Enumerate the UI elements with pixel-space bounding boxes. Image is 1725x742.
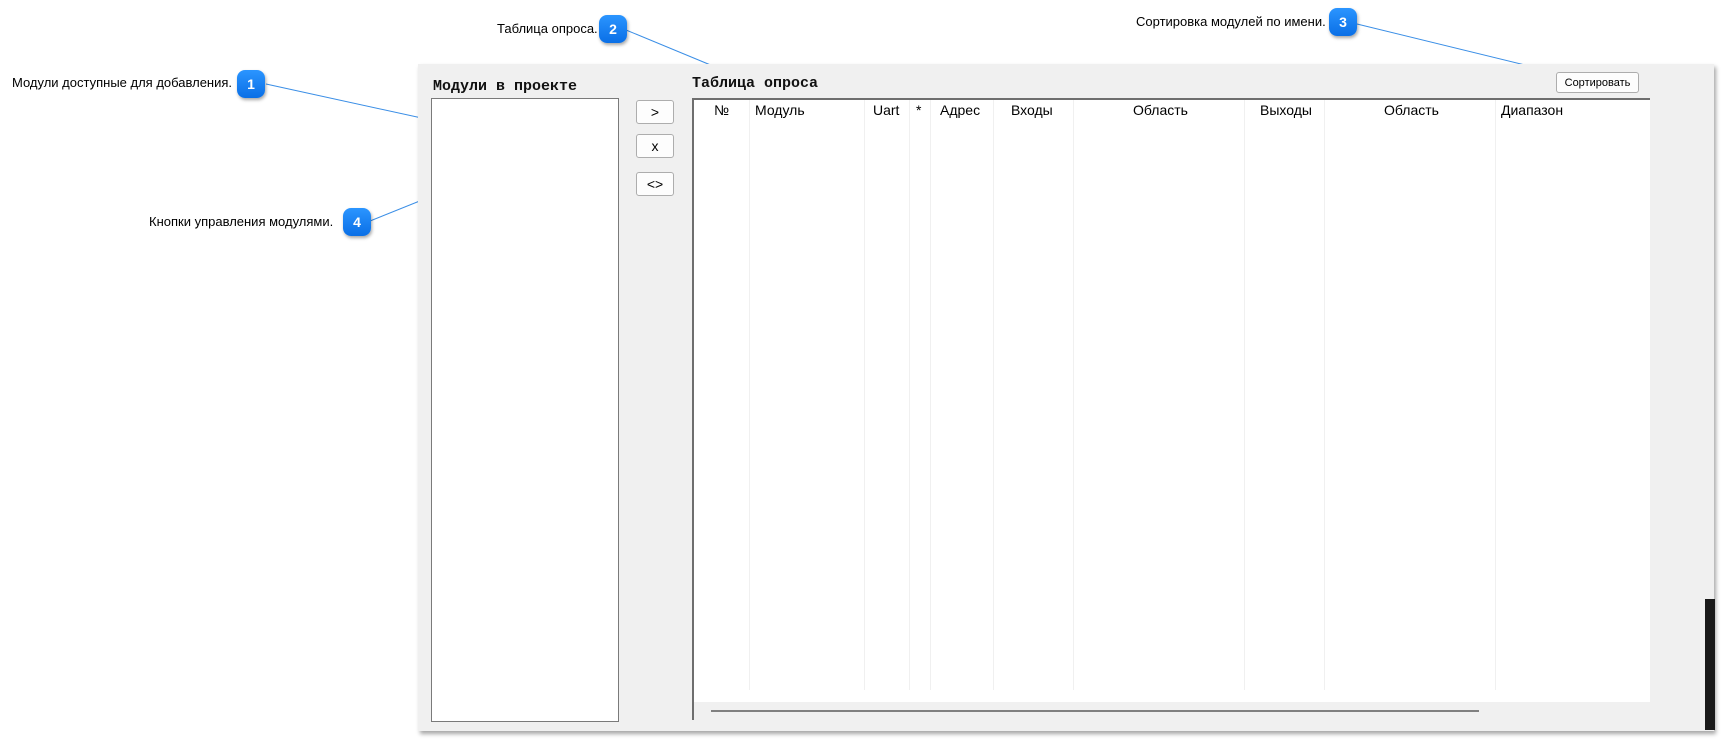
- swap-module-button[interactable]: <>: [636, 172, 674, 196]
- callout-badge-3: 3: [1329, 8, 1357, 36]
- poll-table[interactable]: № Модуль Uart * Адрес Входы Область Выхо…: [692, 98, 1650, 720]
- column-header-range[interactable]: Диапазон: [1501, 100, 1563, 120]
- add-module-button[interactable]: >: [636, 100, 674, 124]
- table-title: Таблица опроса: [692, 75, 819, 92]
- documentation-screenshot: Модули доступные для добавления. 1 Табли…: [0, 0, 1725, 742]
- column-header-module[interactable]: Модуль: [755, 100, 805, 120]
- column-header-outputs[interactable]: Выходы: [1260, 100, 1312, 120]
- callout-badge-1: 1: [237, 70, 265, 98]
- column-header-inputs[interactable]: Входы: [1011, 100, 1053, 120]
- modules-title: Модули в проекте: [433, 78, 578, 95]
- callout-badge-4: 4: [343, 208, 371, 236]
- callout-badge-2: 2: [599, 15, 627, 43]
- column-header-address[interactable]: Адрес: [940, 100, 980, 120]
- sort-button[interactable]: Сортировать: [1556, 72, 1639, 93]
- column-header-number[interactable]: №: [714, 100, 729, 120]
- callout-label-1: Модули доступные для добавления.: [12, 75, 233, 90]
- callout-label-3: Сортировка модулей по имени.: [1136, 14, 1326, 29]
- callout-label-2: Таблица опроса.: [497, 21, 598, 36]
- column-header-uart[interactable]: Uart: [873, 100, 899, 120]
- horizontal-scrollbar-thumb[interactable]: [711, 710, 1479, 712]
- horizontal-scrollbar[interactable]: [694, 702, 1650, 720]
- column-header-output-area[interactable]: Область: [1384, 100, 1439, 120]
- callout-label-4: Кнопки управления модулями.: [149, 214, 334, 229]
- column-header-star[interactable]: *: [916, 100, 921, 120]
- remove-module-button[interactable]: x: [636, 134, 674, 158]
- poll-table-panel: Модули в проекте > x <> Таблица опроса С…: [418, 64, 1715, 731]
- vertical-scrollbar[interactable]: [1705, 599, 1715, 730]
- modules-listbox[interactable]: [431, 98, 619, 722]
- column-header-input-area[interactable]: Область: [1133, 100, 1188, 120]
